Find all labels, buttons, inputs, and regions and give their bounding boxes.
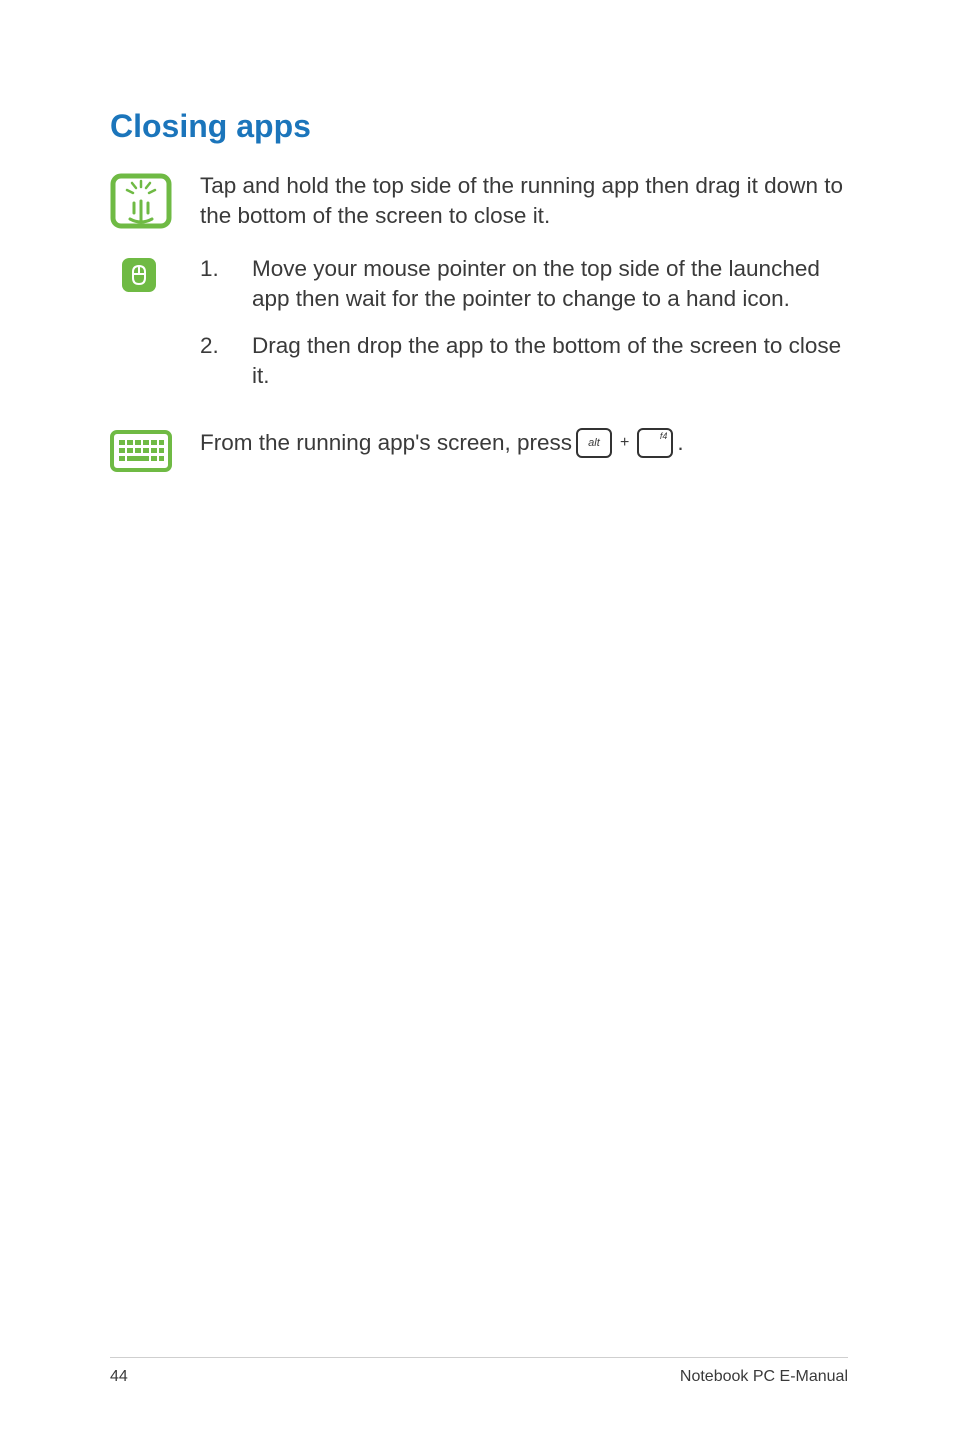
list-item: 2. Drag then drop the app to the bottom …: [200, 331, 848, 392]
plus-sign: +: [620, 432, 629, 454]
step-number: 1.: [200, 254, 252, 315]
page-footer: 44 Notebook PC E-Manual: [110, 1357, 848, 1386]
mouse-icon: [110, 254, 200, 297]
touch-text: Tap and hold the top side of the running…: [200, 171, 848, 232]
step-number: 2.: [200, 331, 252, 392]
keyboard-section: From the running app's screen, press alt…: [110, 428, 848, 477]
keyboard-text: From the running app's screen, press alt…: [200, 428, 848, 458]
touch-section: Tap and hold the top side of the running…: [110, 171, 848, 234]
list-item: 1. Move your mouse pointer on the top si…: [200, 254, 848, 315]
mouse-section: 1. Move your mouse pointer on the top si…: [110, 254, 848, 408]
keyboard-icon: [110, 428, 200, 477]
page-number: 44: [110, 1368, 128, 1386]
section-heading: Closing apps: [110, 108, 848, 145]
step-text: Move your mouse pointer on the top side …: [252, 254, 848, 315]
alt-key-icon: alt: [576, 428, 612, 458]
step-text: Drag then drop the app to the bottom of …: [252, 331, 848, 392]
page: Closing apps Tap and hol: [0, 0, 954, 1438]
f4-key-icon: f4: [637, 428, 673, 458]
footer-title: Notebook PC E-Manual: [680, 1368, 848, 1386]
mouse-steps: 1. Move your mouse pointer on the top si…: [200, 254, 848, 408]
keyboard-prefix: From the running app's screen, press: [200, 428, 572, 458]
touch-icon: [110, 171, 200, 234]
keyboard-suffix: .: [677, 428, 683, 458]
